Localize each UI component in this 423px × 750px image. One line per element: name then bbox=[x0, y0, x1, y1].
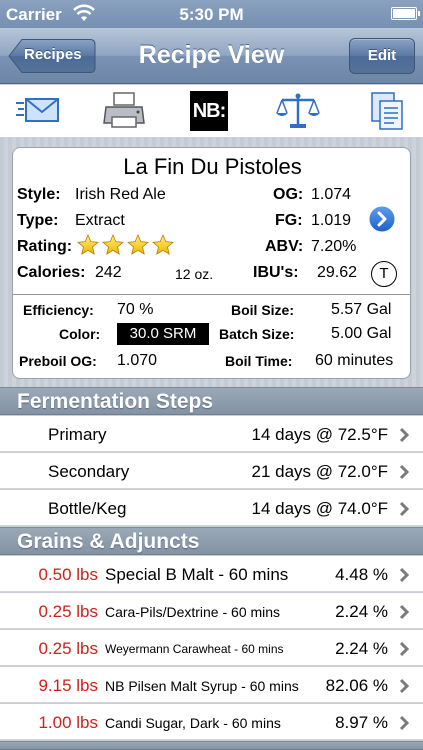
grain-name: NB Pilsen Malt Syrup - 60 mins bbox=[105, 678, 299, 694]
edit-button[interactable]: Edit bbox=[349, 38, 415, 74]
status-bar: Carrier 5:30 PM bbox=[0, 0, 423, 28]
og-value: 1.074 bbox=[311, 186, 352, 203]
battery-icon bbox=[391, 7, 420, 20]
grain-percent: 82.06 % bbox=[325, 676, 388, 695]
abv-label: ABV: bbox=[265, 238, 304, 255]
preboil-og-label: Preboil OG: bbox=[19, 353, 97, 369]
efficiency-value: 70 % bbox=[117, 301, 154, 318]
grain-amount: 0.25 lbs bbox=[38, 639, 98, 658]
chevron-right-icon bbox=[399, 427, 410, 443]
type-label: Type: bbox=[17, 212, 59, 229]
batch-size-value: 5.00 Gal bbox=[331, 325, 392, 342]
printer-icon[interactable] bbox=[102, 91, 146, 131]
grain-row[interactable]: 9.15 lbs NB Pilsen Malt Syrup - 60 mins … bbox=[0, 667, 423, 703]
recipe-name: La Fin Du Pistoles bbox=[123, 154, 302, 179]
step-name: Secondary bbox=[48, 462, 130, 481]
grain-percent: 8.97 % bbox=[335, 713, 388, 732]
grain-row[interactable]: 0.25 lbs Cara-Pils/Dextrine - 60 mins 2.… bbox=[0, 593, 423, 629]
grain-name: Candi Sugar, Dark - 60 mins bbox=[105, 715, 281, 731]
chevron-right-circle-icon[interactable] bbox=[367, 204, 397, 234]
star-icon bbox=[77, 234, 99, 255]
chevron-right-icon bbox=[399, 464, 410, 480]
calories-value: 242 bbox=[95, 264, 122, 281]
chevron-right-icon bbox=[399, 715, 410, 731]
mail-icon[interactable] bbox=[16, 91, 60, 131]
step-name: Primary bbox=[48, 425, 107, 444]
fermentation-row-bottle-keg[interactable]: Bottle/Keg 14 days @ 74.0°F bbox=[0, 490, 423, 526]
recipe-summary-area: La Fin Du Pistoles Style: Irish Red Ale … bbox=[0, 137, 423, 387]
grain-percent: 4.48 % bbox=[335, 565, 388, 584]
action-toolbar: NB: bbox=[0, 85, 423, 137]
color-swatch: 30.0 SRM bbox=[117, 323, 209, 345]
boil-time-label: Boil Time: bbox=[225, 353, 293, 369]
chevron-right-icon bbox=[399, 641, 410, 657]
recipe-summary-card: La Fin Du Pistoles Style: Irish Red Ale … bbox=[12, 147, 411, 379]
fermentation-row-primary[interactable]: Primary 14 days @ 72.5°F bbox=[0, 416, 423, 452]
grains-header-label: Grains & Adjuncts bbox=[17, 530, 200, 553]
grains-section-header: Grains & Adjuncts bbox=[0, 527, 423, 555]
fermentation-section-header: Fermentation Steps bbox=[0, 387, 423, 415]
navigation-bar: Recipes Recipe View Edit bbox=[0, 28, 423, 84]
next-section-header bbox=[0, 741, 423, 750]
boil-size-label: Boil Size: bbox=[231, 302, 295, 318]
boil-time-value: 60 minutes bbox=[315, 352, 394, 369]
grain-percent: 2.24 % bbox=[335, 639, 388, 658]
grain-amount: 0.50 lbs bbox=[38, 565, 98, 584]
serving-size: 12 oz. bbox=[175, 266, 214, 282]
fermentation-header-label: Fermentation Steps bbox=[17, 390, 214, 413]
copy-icon[interactable] bbox=[366, 91, 406, 131]
ibu-value: 29.62 bbox=[317, 264, 358, 281]
grain-name: Weyermann Carawheat - 60 mins bbox=[105, 642, 284, 656]
tinseth-toggle[interactable]: T bbox=[371, 261, 397, 287]
grain-row[interactable]: 0.25 lbs Weyermann Carawheat - 60 mins 2… bbox=[0, 630, 423, 666]
efficiency-label: Efficiency: bbox=[23, 302, 94, 318]
type-value: Extract bbox=[75, 212, 125, 229]
rating-stars bbox=[77, 234, 174, 255]
preboil-og-value: 1.070 bbox=[117, 352, 158, 369]
color-label: Color: bbox=[59, 326, 101, 342]
step-name: Bottle/Keg bbox=[48, 499, 127, 518]
boil-size-value: 5.57 Gal bbox=[331, 301, 392, 318]
og-label: OG: bbox=[273, 186, 304, 203]
star-icon bbox=[152, 234, 174, 255]
style-label: Style: bbox=[17, 186, 61, 203]
grain-row[interactable]: 1.00 lbs Candi Sugar, Dark - 60 mins 8.9… bbox=[0, 704, 423, 740]
scale-icon[interactable] bbox=[276, 91, 320, 131]
ibu-label: IBU's: bbox=[253, 264, 299, 281]
grain-amount: 9.15 lbs bbox=[38, 676, 98, 695]
batch-size-label: Batch Size: bbox=[219, 326, 295, 342]
step-detail: 14 days @ 72.5°F bbox=[251, 425, 388, 444]
style-value: Irish Red Ale bbox=[75, 186, 166, 203]
chevron-right-icon bbox=[399, 604, 410, 620]
fg-value: 1.019 bbox=[311, 212, 352, 229]
fg-label: FG: bbox=[275, 212, 303, 229]
clock: 5:30 PM bbox=[179, 5, 244, 24]
step-detail: 21 days @ 72.0°F bbox=[251, 462, 388, 481]
chevron-right-icon bbox=[399, 567, 410, 583]
grain-percent: 2.24 % bbox=[335, 602, 388, 621]
chevron-right-icon bbox=[399, 501, 410, 517]
card-divider bbox=[13, 294, 410, 295]
grain-amount: 0.25 lbs bbox=[38, 602, 98, 621]
grain-name: Special B Malt - 60 mins bbox=[105, 565, 289, 584]
nb-logo-icon[interactable]: NB: bbox=[190, 91, 228, 131]
grain-row[interactable]: 0.50 lbs Special B Malt - 60 mins 4.48 % bbox=[0, 556, 423, 592]
grain-name: Cara-Pils/Dextrine - 60 mins bbox=[105, 604, 281, 620]
star-icon bbox=[102, 234, 124, 255]
grain-amount: 1.00 lbs bbox=[38, 713, 98, 732]
fermentation-row-secondary[interactable]: Secondary 21 days @ 72.0°F bbox=[0, 453, 423, 489]
abv-value: 7.20% bbox=[311, 238, 357, 255]
star-icon bbox=[127, 234, 149, 255]
chevron-right-icon bbox=[399, 678, 410, 694]
calories-label: Calories: bbox=[17, 264, 86, 281]
step-detail: 14 days @ 74.0°F bbox=[251, 499, 388, 518]
rating-label: Rating: bbox=[17, 238, 73, 255]
